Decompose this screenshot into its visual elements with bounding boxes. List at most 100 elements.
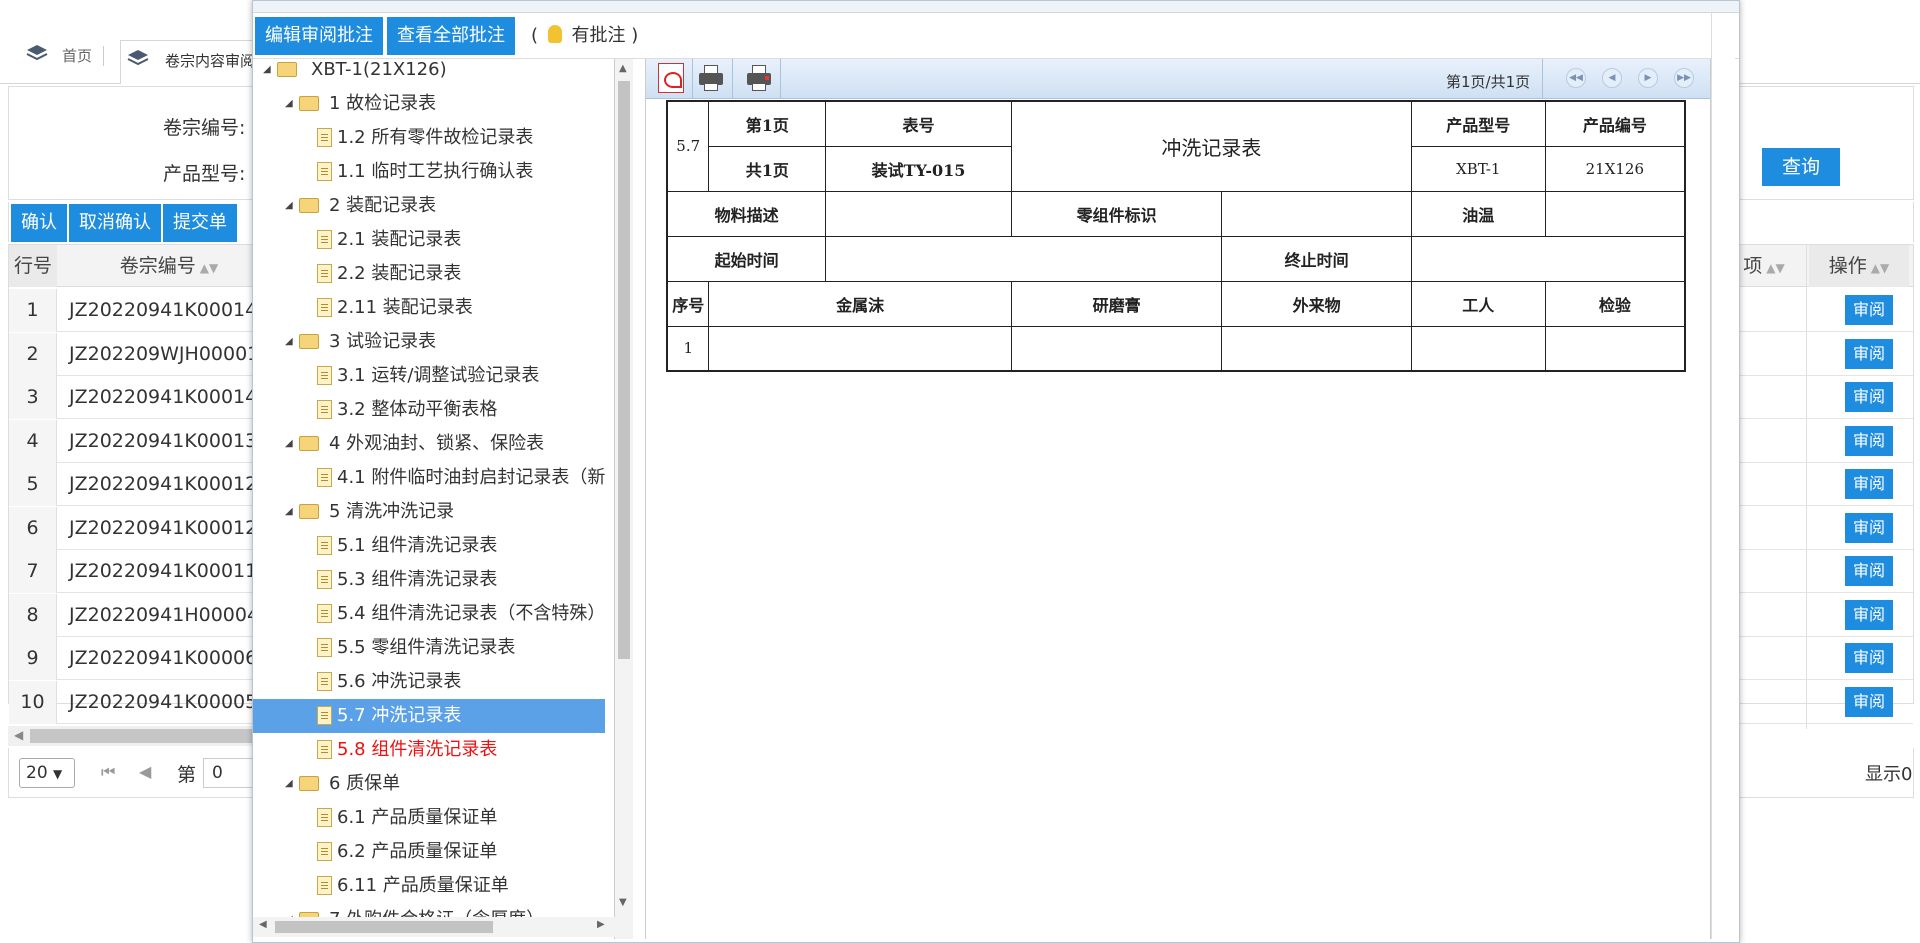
tree-document[interactable]: 6.1 产品质量保证单	[253, 801, 605, 835]
document-icon	[317, 808, 332, 827]
tree-document[interactable]: 5.5 零组件清洗记录表	[253, 631, 605, 665]
header-volume-no[interactable]: 卷宗编号 ▲▼	[69, 245, 269, 287]
tree-folder[interactable]: ◢ 5 清洗冲洗记录	[253, 495, 605, 529]
metal-cell	[708, 325, 1012, 372]
oil-temp-value	[1544, 190, 1686, 237]
tree-folder[interactable]: ◢ 1 故检记录表	[253, 87, 605, 121]
scroll-right-icon[interactable]: ▶	[597, 919, 605, 930]
tree-document[interactable]: 1.1 临时工艺执行确认表	[253, 155, 605, 189]
col-header-inspect: 检验	[1544, 280, 1686, 327]
view-all-annotations-button[interactable]: 查看全部批注	[387, 17, 515, 55]
scroll-down-icon[interactable]: ▼	[619, 897, 627, 908]
next-page-icon[interactable]: ▶	[1638, 68, 1658, 88]
review-button[interactable]: 审阅	[1845, 425, 1893, 456]
tab-volume-review[interactable]: 卷宗内容审阅 (	[120, 40, 260, 110]
scroll-left-icon[interactable]: ◀	[14, 728, 23, 742]
volume-code: JZ20220941K00014	[69, 386, 258, 408]
tree-document[interactable]: 3.2 整体动平衡表格	[253, 393, 605, 427]
tree-document[interactable]: 5.6 冲洗记录表	[253, 665, 605, 699]
review-button[interactable]: 审阅	[1845, 556, 1893, 586]
tree-document[interactable]: 6.2 产品质量保证单	[253, 835, 605, 869]
tree-label: 2.11 装配记录表	[337, 297, 473, 318]
tab-home[interactable]: 首页	[18, 36, 92, 84]
document-icon	[317, 264, 332, 283]
inspect-cell	[1544, 325, 1686, 372]
print-preview-icon[interactable]	[746, 63, 772, 93]
tree-document[interactable]: 2.11 装配记录表	[253, 291, 605, 325]
review-button[interactable]: 审阅	[1845, 512, 1893, 543]
tree-document[interactable]: 6.11 产品质量保证单	[253, 869, 605, 903]
expand-triangle-icon[interactable]: ◢	[263, 59, 271, 87]
print-icon[interactable]	[698, 63, 724, 93]
record-count-display: 显示0	[1865, 764, 1913, 785]
tree-document[interactable]: 5.1 组件清洗记录表	[253, 529, 605, 563]
header-operation[interactable]: 操作 ▲▼	[1809, 245, 1909, 287]
header-operation-label: 操作	[1828, 255, 1867, 277]
prev-page-icon[interactable]: ◀	[139, 762, 151, 781]
tree-document[interactable]: 5.3 组件清洗记录表	[253, 563, 605, 597]
grid-horizontal-scrollbar[interactable]: ◀	[8, 726, 258, 746]
review-button[interactable]: 审阅	[1845, 295, 1893, 325]
prev-page-icon[interactable]: ◀	[1602, 68, 1622, 88]
tree-label: 1 故检记录表	[329, 93, 437, 114]
scroll-up-icon[interactable]: ▲	[619, 63, 627, 74]
tree-document[interactable]: 2.2 装配记录表	[253, 257, 605, 291]
edit-annotation-button[interactable]: 编辑审阅批注	[255, 17, 383, 55]
query-button[interactable]: 查询	[1762, 148, 1840, 186]
tree-document[interactable]: 3.1 运转/调整试验记录表	[253, 359, 605, 393]
volume-code: JZ202209WJH00001	[69, 342, 260, 365]
sort-icon: ▲▼	[1766, 261, 1785, 275]
tree-folder[interactable]: ◢ 3 试验记录表	[253, 325, 605, 359]
tree-folder[interactable]: ◢ 6 质保单	[253, 767, 605, 801]
confirm-button[interactable]: 确认	[11, 204, 67, 242]
expand-triangle-icon[interactable]: ◢	[285, 427, 293, 461]
paren-close: )	[631, 25, 639, 46]
tree-document[interactable]: 4.1 附件临时油封启封记录表（新	[253, 461, 605, 495]
scrollbar-thumb[interactable]	[275, 921, 493, 933]
tree-document[interactable]: 5.4 组件清洗记录表（不含特殊）	[253, 597, 605, 631]
scrollbar-thumb[interactable]	[30, 729, 258, 743]
expand-triangle-icon[interactable]: ◢	[285, 495, 293, 529]
tree-label: 6.2 产品质量保证单	[337, 841, 498, 862]
expand-triangle-icon[interactable]: ◢	[285, 87, 293, 121]
modal-vertical-scrollbar[interactable]	[1711, 13, 1735, 939]
first-page-icon[interactable]: ◀◀	[1566, 68, 1586, 88]
pdf-export-icon[interactable]	[658, 63, 684, 93]
review-button[interactable]: 审阅	[1845, 338, 1893, 369]
volume-code: JZ20220941K00014	[69, 299, 258, 321]
scroll-left-icon[interactable]: ◀	[259, 919, 267, 930]
tree-vertical-scrollbar[interactable]: ▲ ▼	[615, 59, 633, 939]
tree-horizontal-scrollbar[interactable]: ◀ ▶	[253, 917, 615, 937]
tree-document[interactable]: 1.2 所有零件故检记录表	[253, 121, 605, 155]
tree-folder[interactable]: ◢ XBT-1(21X126)	[253, 59, 605, 87]
row-number: 2	[9, 332, 57, 376]
document-icon	[317, 400, 332, 419]
cancel-confirm-button[interactable]: 取消确认	[69, 204, 161, 242]
part-id-value	[1221, 190, 1412, 237]
first-page-icon[interactable]: ⏮	[101, 762, 115, 782]
last-page-icon[interactable]: ▶▶	[1674, 68, 1694, 88]
expand-triangle-icon[interactable]: ◢	[285, 767, 293, 801]
review-button[interactable]: 审阅	[1845, 469, 1893, 499]
submit-button[interactable]: 提交单	[163, 204, 237, 242]
row-no-cell: 1	[666, 325, 710, 372]
expand-triangle-icon[interactable]: ◢	[285, 189, 293, 223]
review-button[interactable]: 审阅	[1845, 686, 1893, 717]
review-button[interactable]: 审阅	[1845, 382, 1893, 412]
tree-document[interactable]: 5.8 组件清洗记录表	[253, 733, 605, 767]
review-button[interactable]: 审阅	[1845, 599, 1893, 630]
document-icon	[317, 162, 332, 181]
document-viewer: 第1页/共1页 ◀◀ ◀ ▶ ▶▶ 5.7 第1页 表号 冲洗记录表 产品型号 …	[645, 59, 1711, 939]
tree-label: 4 外观油封、锁紧、保险表	[329, 433, 545, 454]
tree-folder[interactable]: ◢ 4 外观油封、锁紧、保险表	[253, 427, 605, 461]
page-number-input[interactable]: 0	[203, 758, 259, 788]
tree-document[interactable]: 2.1 装配记录表	[253, 223, 605, 257]
oil-temp-label: 油温	[1410, 190, 1546, 237]
scrollbar-thumb[interactable]	[618, 81, 630, 659]
page-size-select[interactable]: 20 ▼	[19, 758, 75, 788]
expand-triangle-icon[interactable]: ◢	[285, 325, 293, 359]
tree-label: 2 装配记录表	[329, 195, 437, 216]
review-button[interactable]: 审阅	[1845, 643, 1893, 673]
tree-document[interactable]: 5.7 冲洗记录表	[253, 699, 605, 733]
tree-folder[interactable]: ◢ 2 装配记录表	[253, 189, 605, 223]
